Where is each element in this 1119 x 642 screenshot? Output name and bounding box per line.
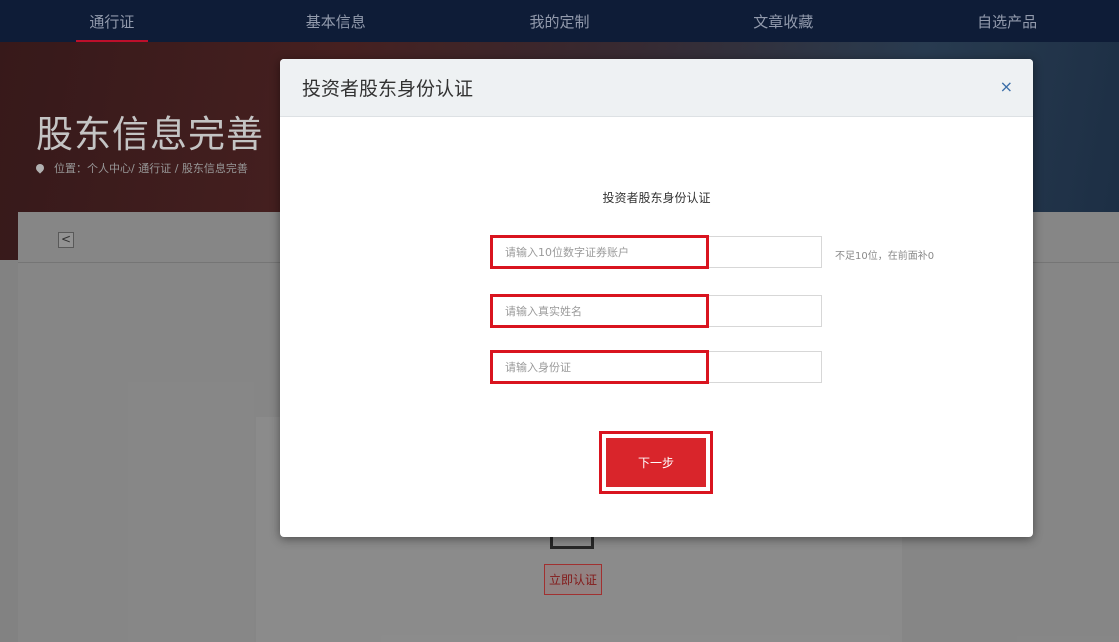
- securities-account-input[interactable]: [491, 237, 821, 267]
- real-name-field: [490, 294, 822, 328]
- next-step-button[interactable]: 下一步: [606, 438, 706, 487]
- id-card-field: [490, 350, 822, 384]
- id-card-input[interactable]: [491, 352, 821, 382]
- account-hint: 不足10位，在前面补0: [835, 251, 935, 262]
- real-name-input[interactable]: [491, 296, 821, 326]
- securities-account-field: [490, 235, 822, 269]
- close-icon[interactable]: ×: [1000, 77, 1013, 96]
- modal-header: 投资者股东身份认证: [280, 59, 1033, 117]
- modal-subtitle: 投资者股东身份认证: [602, 191, 711, 205]
- next-button-highlight: 下一步: [599, 431, 713, 494]
- modal-title: 投资者股东身份认证: [302, 78, 474, 100]
- investor-verification-modal: 投资者股东身份认证 × 投资者股东身份认证 不足10位，在前面补0 下一步: [280, 59, 1033, 537]
